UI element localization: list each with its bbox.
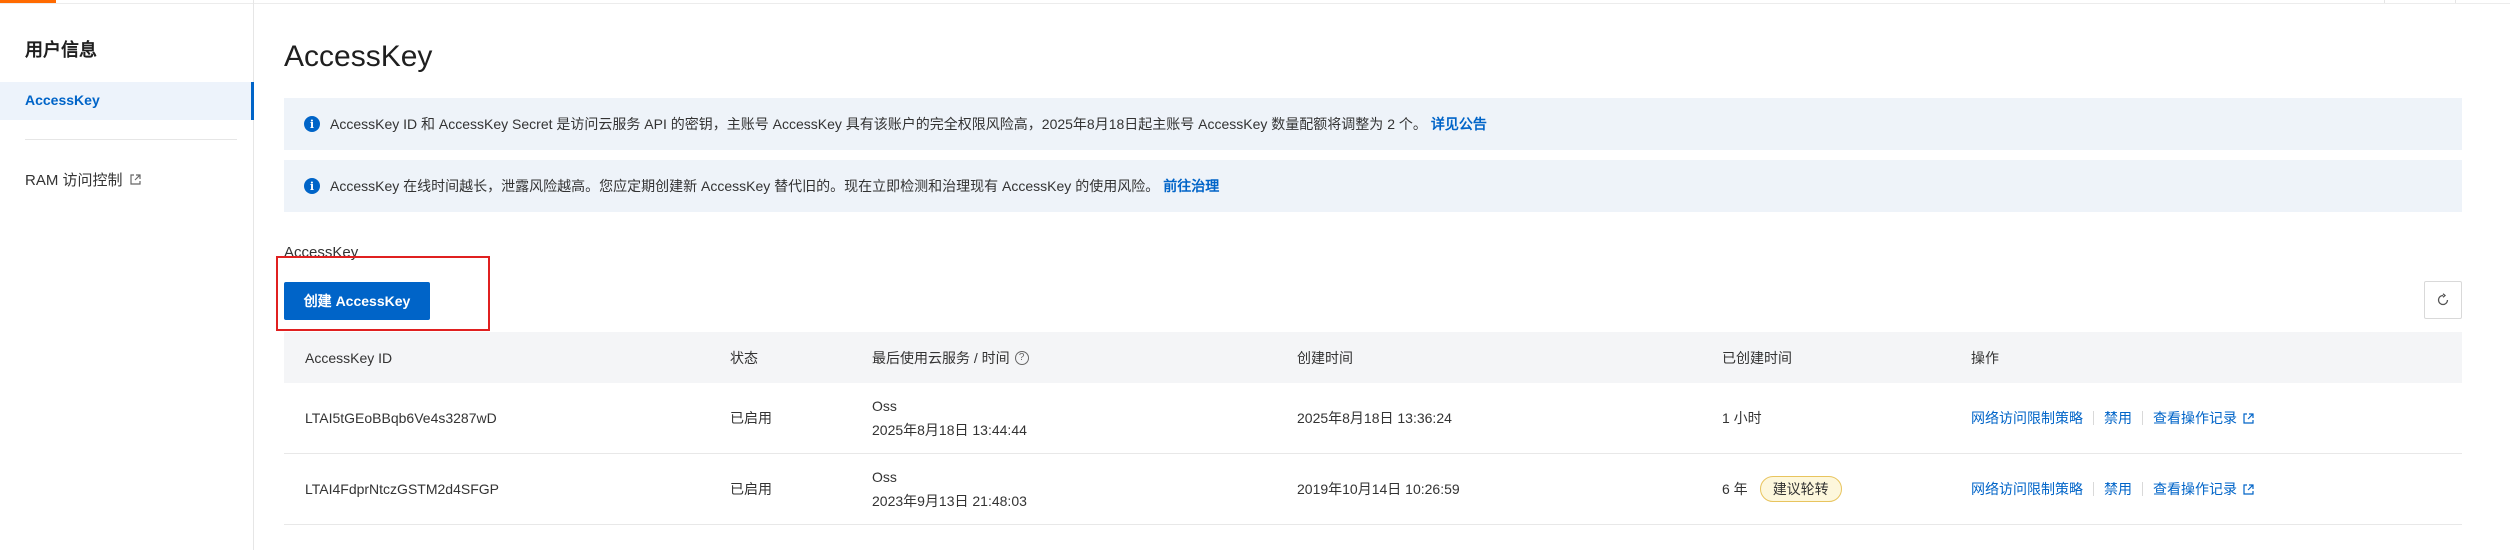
cell-accesskey-id: LTAI4FdprNtczGSTM2d4SFGP xyxy=(305,481,499,497)
op-divider xyxy=(2142,482,2143,496)
sidebar-item-label: AccessKey xyxy=(25,92,100,108)
view-logs-label: 查看操作记录 xyxy=(2153,481,2237,497)
notice-banner-risk: i AccessKey 在线时间越长，泄露风险越高。您应定期创建新 Access… xyxy=(284,160,2462,212)
top-divider xyxy=(2384,0,2385,3)
last-used-service: Oss xyxy=(872,398,897,414)
network-policy-link[interactable]: 网络访问限制策略 xyxy=(1971,479,2083,499)
rotate-recommended-badge: 建议轮转 xyxy=(1759,476,1842,502)
cell-ops: 网络访问限制策略 禁用 查看操作记录 xyxy=(1971,383,2255,453)
create-accesskey-button[interactable]: 创建 AccessKey xyxy=(284,282,430,320)
sidebar-item-accesskey[interactable]: AccessKey xyxy=(0,82,254,120)
notice-text: AccessKey ID 和 AccessKey Secret 是访问云服务 A… xyxy=(330,116,1427,132)
refresh-icon xyxy=(2437,293,2449,306)
sidebar-item-label: RAM 访问控制 xyxy=(25,172,123,189)
network-policy-link[interactable]: 网络访问限制策略 xyxy=(1971,408,2083,428)
cell-status: 已启用 xyxy=(730,481,772,497)
accesskey-table: AccessKey ID 状态 最后使用云服务 / 时间 ? 创建时间 已创建时… xyxy=(284,332,2462,525)
header-ops: 操作 xyxy=(1971,349,1999,366)
view-logs-label: 查看操作记录 xyxy=(2153,410,2237,426)
cell-last-used: Oss 2025年8月18日 13:44:44 xyxy=(872,383,1027,453)
last-used-service: Oss xyxy=(872,469,897,485)
view-logs-link[interactable]: 查看操作记录 xyxy=(2153,479,2255,499)
op-divider xyxy=(2093,482,2094,496)
header-created: 创建时间 xyxy=(1297,349,1353,366)
notice-text: AccessKey 在线时间越长，泄露风险越高。您应定期创建新 AccessKe… xyxy=(330,178,1160,194)
op-divider xyxy=(2142,411,2143,425)
help-circle-icon[interactable]: ? xyxy=(1014,350,1029,365)
header-accesskey-id: AccessKey ID xyxy=(305,349,393,366)
cell-age: 6 年 建议轮转 xyxy=(1722,454,1842,524)
sidebar-title: 用户信息 xyxy=(25,40,97,60)
external-link-icon xyxy=(2243,412,2254,424)
sidebar: 用户信息 AccessKey RAM 访问控制 xyxy=(0,0,254,550)
cell-created: 2025年8月18日 13:36:24 xyxy=(1297,410,1452,426)
cell-last-used: Oss 2023年9月13日 21:48:03 xyxy=(872,454,1027,524)
sidebar-divider xyxy=(25,139,237,140)
header-last-used-label: 最后使用云服务 / 时间 xyxy=(872,349,1010,366)
op-divider xyxy=(2093,411,2094,425)
cell-age: 1 小时 xyxy=(1722,410,1762,426)
notice-banner-quota: i AccessKey ID 和 AccessKey Secret 是访问云服务… xyxy=(284,98,2462,150)
header-last-used: 最后使用云服务 / 时间 ? xyxy=(872,332,1029,383)
external-link-icon xyxy=(129,174,141,185)
go-govern-link[interactable]: 前往治理 xyxy=(1163,176,1219,196)
top-divider xyxy=(2455,0,2456,3)
header-status: 状态 xyxy=(730,349,758,366)
info-icon: i xyxy=(304,178,320,194)
table-row: LTAI5tGEoBBqb6Ve4s3287wD 已启用 Oss 2025年8月… xyxy=(284,383,2462,454)
last-used-time: 2025年8月18日 13:44:44 xyxy=(872,422,1027,438)
table-row: LTAI4FdprNtczGSTM2d4SFGP 已启用 Oss 2023年9月… xyxy=(284,454,2462,525)
view-logs-link[interactable]: 查看操作记录 xyxy=(2153,408,2255,428)
top-strip xyxy=(0,0,2510,4)
external-link-icon xyxy=(2243,483,2254,495)
refresh-button[interactable] xyxy=(2424,281,2462,319)
console-page: 用户信息 AccessKey RAM 访问控制 AccessKey i Acce… xyxy=(0,0,2510,550)
last-used-time: 2023年9月13日 21:48:03 xyxy=(872,493,1027,509)
sidebar-item-ram[interactable]: RAM 访问控制 xyxy=(25,169,142,190)
table-header: AccessKey ID 状态 最后使用云服务 / 时间 ? 创建时间 已创建时… xyxy=(284,332,2462,383)
age-value: 6 年 xyxy=(1722,481,1748,497)
disable-link[interactable]: 禁用 xyxy=(2104,408,2132,428)
disable-link[interactable]: 禁用 xyxy=(2104,479,2132,499)
page-title: AccessKey xyxy=(284,40,433,73)
cell-status: 已启用 xyxy=(730,410,772,426)
cell-created: 2019年10月14日 10:26:59 xyxy=(1297,481,1460,497)
cell-ops: 网络访问限制策略 禁用 查看操作记录 xyxy=(1971,454,2255,524)
info-icon: i xyxy=(304,116,320,132)
header-age: 已创建时间 xyxy=(1722,349,1792,366)
cell-accesskey-id: LTAI5tGEoBBqb6Ve4s3287wD xyxy=(305,410,497,426)
see-announcement-link[interactable]: 详见公告 xyxy=(1431,114,1487,134)
